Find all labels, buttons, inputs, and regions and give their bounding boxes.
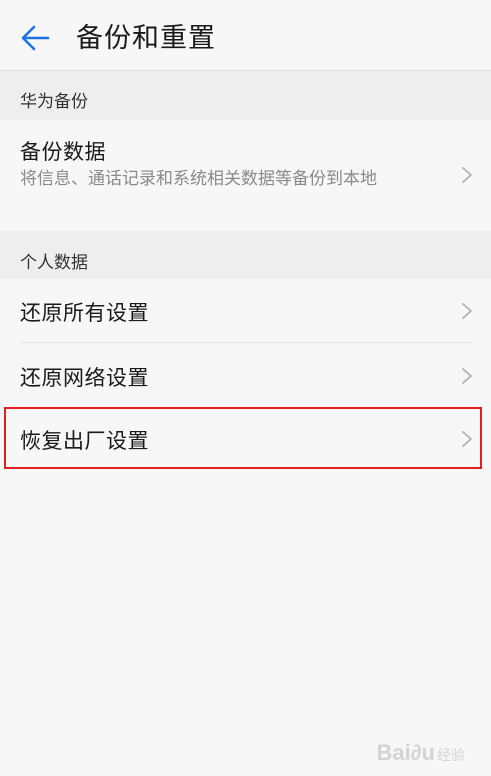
list-item-reset-network-settings[interactable]: 还原网络设置 [0, 343, 491, 407]
highlight-box [4, 407, 482, 469]
page-title: 备份和重置 [76, 23, 216, 54]
item-title: 备份数据 [20, 140, 106, 164]
back-button[interactable] [14, 18, 54, 58]
list-item-backup-data[interactable]: 备份数据 将信息、通话记录和系统相关数据等备份到本地 [0, 120, 491, 231]
list-item-reset-all-settings[interactable]: 还原所有设置 [0, 279, 491, 342]
top-app-bar: 备份和重置 [0, 0, 491, 71]
item-title: 还原所有设置 [20, 301, 149, 325]
back-arrow-icon [21, 25, 50, 51]
watermark-sub: 经验 [437, 747, 465, 763]
section-header-huawei-backup: 华为备份 [0, 71, 491, 120]
chevron-right-icon [462, 167, 472, 183]
section-label: 个人数据 [20, 253, 88, 273]
item-title: 还原网络设置 [20, 366, 149, 390]
baidu-watermark: Bai∂u 经验 [376, 740, 465, 766]
item-subtitle: 将信息、通话记录和系统相关数据等备份到本地 [20, 169, 377, 189]
section-header-personal-data: 个人数据 [0, 231, 491, 279]
watermark-brand: Bai∂u [376, 740, 435, 765]
chevron-right-icon [462, 368, 472, 384]
section-label: 华为备份 [20, 92, 88, 112]
chevron-right-icon [462, 303, 472, 319]
